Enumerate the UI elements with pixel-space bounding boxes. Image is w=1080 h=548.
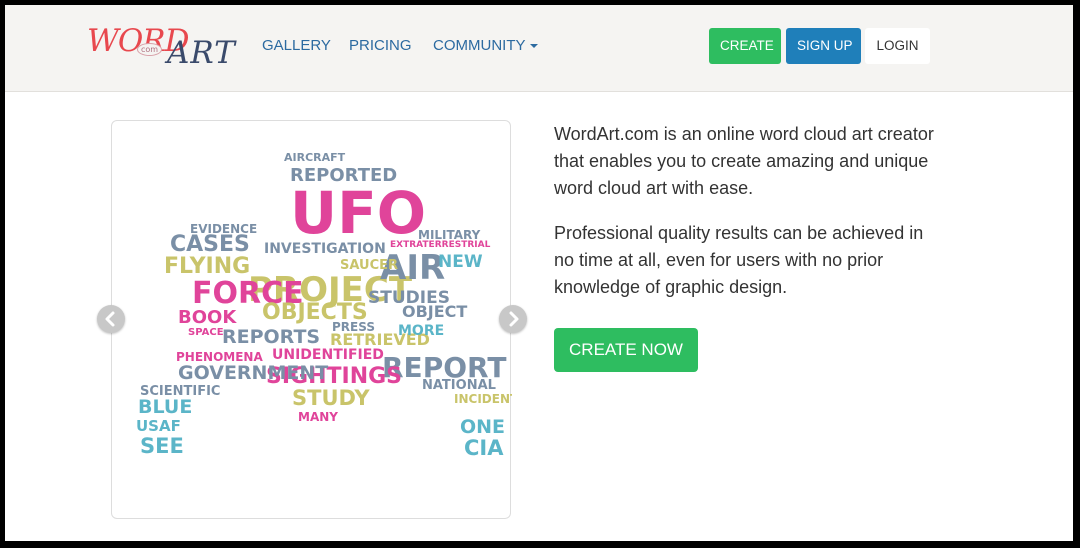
cloud-word: STUDY [292,386,370,410]
logo-art: ART [167,35,236,71]
cloud-word: REPORTED [290,165,397,186]
page: WORD com ART GALLERY PRICING COMMUNITY C… [5,5,1073,541]
carousel-prev-button[interactable] [97,305,125,333]
intro-paragraph-2: Professional quality results can be achi… [554,223,924,297]
ufo-word-cloud-image: UFOPROJECTFORCEFLYINGCASESAIROBJECTSBOOK… [136,151,512,460]
cloud-word: PHENOMENA [176,350,263,364]
cloud-word: SCIENTIFIC [140,384,220,399]
cloud-word: UFO [290,179,426,247]
navbar: WORD com ART GALLERY PRICING COMMUNITY C… [5,5,1073,92]
chevron-left-icon [105,311,115,327]
chevron-right-icon [509,311,519,327]
nav-community-label: COMMUNITY [433,37,526,54]
cloud-word: EXTRATERRESTRIAL [390,240,491,250]
cloud-word: SAUCER [340,258,398,273]
nav-community[interactable]: COMMUNITY [433,37,538,54]
cloud-word: SEE [140,434,184,458]
nav-gallery[interactable]: GALLERY [262,37,331,54]
cloud-word: NEW [438,252,483,272]
signup-button[interactable]: SIGN UP [786,28,861,64]
cloud-word: OBJECT [402,302,467,321]
carousel-next-button[interactable] [499,305,527,333]
intro-paragraph-1: WordArt.com is an online word cloud art … [554,124,934,198]
cloud-word: BLUE [138,396,192,418]
wordart-logo[interactable]: WORD com ART [87,21,247,75]
cloud-word: MORE [398,323,444,339]
cloud-word: USAF [136,417,181,435]
cloud-word: AIRCRAFT [284,151,346,164]
word-cloud: UFOPROJECTFORCEFLYINGCASESAIROBJECTSBOOK… [136,151,512,460]
create-button[interactable]: CREATE [709,28,781,64]
cloud-word: SPACE [188,327,224,338]
gallery-carousel: UFO PROJECT FORCE FLYING CASES AIR OBJECTS BOOK… [111,120,512,519]
cloud-word: EVIDENCE [190,222,257,236]
cloud-word: PRESS [332,320,375,334]
cloud-word: NATIONAL [422,378,496,393]
cloud-word: BOOK [178,307,237,328]
create-now-button[interactable]: CREATE NOW [554,328,698,372]
cloud-word: UNIDENTIFIED [272,347,384,363]
logo-com: com [137,43,163,56]
cloud-word: INCIDENT [454,392,512,406]
nav-pricing[interactable]: PRICING [349,37,412,54]
cloud-word: CIA [464,436,504,460]
cloud-word: ONE [460,416,505,438]
cloud-word: REPORTS [222,326,320,348]
caret-down-icon [529,44,538,49]
cloud-word: MANY [298,410,338,424]
cloud-word: GOVERNMENT [178,362,328,384]
cloud-word: INVESTIGATION [264,241,386,257]
login-button[interactable]: LOGIN [865,28,930,64]
cloud-word: FLYING [164,254,250,279]
